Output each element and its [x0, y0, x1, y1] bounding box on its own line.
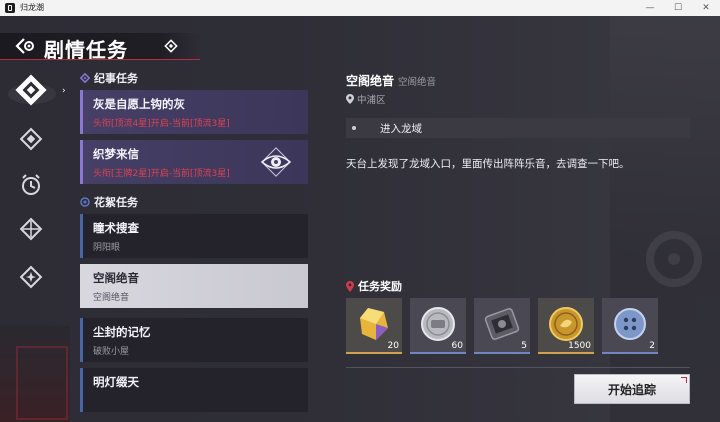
- back-arrow-icon: [15, 38, 34, 54]
- quest-title: 空阁绝音: [93, 271, 139, 285]
- eye-emblem-icon: [260, 147, 292, 177]
- diamond-icon: [164, 39, 178, 53]
- chevron-right-icon: ›: [62, 86, 66, 96]
- category-nav: ›: [0, 74, 66, 334]
- reward-count: 1500: [568, 341, 591, 351]
- location-text: 中浦区: [357, 95, 386, 106]
- objective-text: 进入龙域: [380, 123, 422, 135]
- quest-card[interactable]: 瞳术搜查 阴阳眼: [80, 214, 308, 258]
- objective-box: 进入龙域: [346, 118, 690, 138]
- reward-count: 20: [387, 341, 399, 351]
- reward-count: 60: [451, 341, 463, 351]
- app-icon: [5, 3, 15, 13]
- reward-item[interactable]: 5: [474, 298, 530, 354]
- section-label: 纪事任务: [94, 72, 138, 85]
- quest-title: 灰是自愿上钩的灰: [93, 97, 185, 111]
- quest-location: 破败小屋: [93, 347, 130, 357]
- quest-card-selected[interactable]: 空阁绝音 空阁绝音: [80, 264, 308, 308]
- star-diamond-icon: [19, 265, 43, 289]
- reward-list: 20 60 5 1500 2: [346, 298, 666, 358]
- quest-requirement: 头衔[王牌2星]开启-当前[顶流3星]: [93, 169, 230, 179]
- quest-card[interactable]: 灰是自愿上钩的灰 头衔[顶流4星]开启-当前[顶流3星]: [80, 90, 308, 134]
- quest-location: 中浦区: [346, 92, 386, 106]
- quest-title: 尘封的记忆: [93, 325, 151, 339]
- chronicle-diamond-icon: [80, 73, 90, 83]
- reward-pin-icon: [346, 281, 354, 292]
- back-button[interactable]: [14, 37, 36, 55]
- reward-label: 任务奖励: [358, 280, 402, 293]
- minimize-button[interactable]: —: [640, 0, 660, 16]
- gold-coin-icon: [549, 307, 583, 341]
- quest-title: 明灯缀天: [93, 375, 139, 389]
- nav-item-explore-quests[interactable]: [16, 214, 46, 244]
- reward-header: 任务奖励: [346, 278, 402, 294]
- reward-count: 2: [649, 341, 655, 351]
- start-tracking-button[interactable]: 开始追踪: [574, 374, 690, 404]
- reward-item[interactable]: 2: [602, 298, 658, 354]
- detail-subtitle: 空阁绝音: [398, 77, 437, 88]
- detail-divider: [346, 367, 690, 368]
- section-label: 花絮任务: [94, 196, 138, 209]
- section-header-chronicle: 纪事任务: [80, 70, 138, 86]
- trivia-diamond-icon: [80, 197, 90, 207]
- header-underline: [0, 59, 200, 60]
- side-quest-icon: [19, 127, 43, 151]
- reward-item[interactable]: 1500: [538, 298, 594, 354]
- clock-icon: [22, 174, 40, 195]
- story-quest-icon: [8, 74, 56, 106]
- quest-description: 天台上发现了龙域入口，里面传出阵阵乐音，去调查一下吧。: [346, 158, 630, 170]
- nav-item-story-quests[interactable]: ›: [6, 74, 66, 108]
- quest-title: 织梦来信: [93, 147, 139, 161]
- close-button[interactable]: ✕: [696, 0, 716, 16]
- quest-card[interactable]: 织梦来信 头衔[王牌2星]开启-当前[顶流3星]: [80, 140, 308, 184]
- background-wall: [610, 16, 720, 422]
- compass-diamond-icon: [19, 217, 43, 241]
- window-title: 归龙潮: [20, 3, 44, 12]
- window-titlebar: 归龙潮 — ☐ ✕: [0, 0, 720, 16]
- quest-requirement: 头衔[顶流4星]开启-当前[顶流3星]: [93, 119, 230, 129]
- game-viewport: 剧情任务 › 纪事任务 灰是自愿上钩的灰 头衔[顶流4星]开启-当前[顶流3星]…: [0, 16, 720, 422]
- gold-crystal-icon: [360, 308, 388, 340]
- quest-location: 阴阳眼: [93, 243, 121, 253]
- silver-coin-icon: [421, 307, 455, 341]
- quest-location: 空阁绝音: [93, 293, 130, 303]
- location-pin-icon: [346, 94, 354, 104]
- bullet-icon: [352, 126, 356, 130]
- reward-item[interactable]: 20: [346, 298, 402, 354]
- nav-item-other-quests[interactable]: [16, 262, 46, 292]
- detail-title-text: 空阁绝音: [346, 74, 395, 88]
- quest-detail-title: 空阁绝音 空阁绝音: [346, 72, 436, 89]
- reward-count: 5: [521, 341, 527, 351]
- reward-item[interactable]: 60: [410, 298, 466, 354]
- maximize-button[interactable]: ☐: [668, 0, 688, 16]
- quest-title: 瞳术搜查: [93, 221, 139, 235]
- quest-card[interactable]: 尘封的记忆 破败小屋: [80, 318, 308, 362]
- nav-item-side-quests[interactable]: [16, 124, 46, 154]
- button-token-icon: [614, 308, 646, 340]
- page-header: 剧情任务: [0, 33, 200, 62]
- section-header-trivia: 花絮任务: [80, 194, 138, 210]
- seal-decoration: [16, 346, 68, 420]
- quest-card[interactable]: 明灯缀天: [80, 368, 308, 412]
- quest-list[interactable]: 纪事任务 灰是自愿上钩的灰 头衔[顶流4星]开启-当前[顶流3星] 织梦来信 头…: [80, 70, 310, 422]
- nav-item-timed-quests[interactable]: [16, 170, 46, 200]
- film-roll-icon: [484, 308, 520, 340]
- film-reel-decoration: [646, 231, 702, 287]
